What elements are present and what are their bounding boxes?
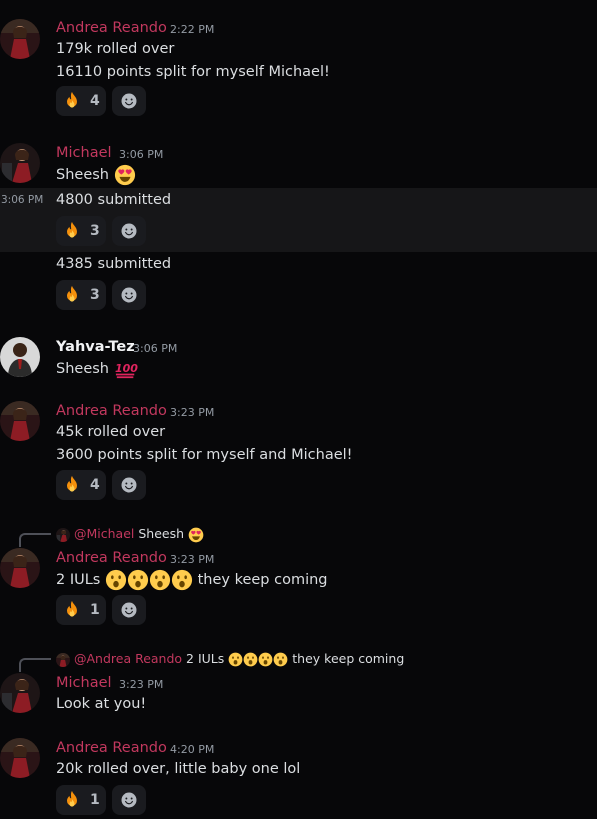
author-name[interactable]: Andrea Reando [56,19,167,37]
reaction-fire[interactable]: 1 [56,785,106,815]
heart-eyes-emoji-icon [114,164,136,186]
wow-emoji-icon [105,569,127,591]
message-timestamp: 3:23 PM [170,406,215,419]
wow-emoji-icon [243,652,258,667]
message-timestamp: 3:23 PM [119,678,164,691]
reaction-count: 3 [90,287,100,303]
fire-icon [62,91,82,111]
fire-icon [62,600,82,620]
wow-emoji-icon [171,569,193,591]
message-timestamp: 3:23 PM [170,553,215,566]
fire-icon [62,475,82,495]
message-text: 45k rolled over [56,424,166,440]
fire-icon [62,221,82,241]
smile-icon [120,222,138,240]
avatar[interactable] [0,19,40,59]
message-text: 2 IULs they keep coming [56,569,328,591]
fire-icon [62,285,82,305]
message-text: 16110 points split for myself Michael! [56,64,330,80]
avatar[interactable] [0,673,40,713]
avatar[interactable] [0,143,40,183]
reaction-count: 4 [90,93,100,109]
hundred-points-emoji-icon [114,358,138,380]
reply-text: 2 IULs [186,651,225,666]
add-reaction-button[interactable] [112,595,146,625]
smile-icon [120,791,138,809]
add-reaction-button[interactable] [112,216,146,246]
add-reaction-button[interactable] [112,280,146,310]
add-reaction-button[interactable] [112,785,146,815]
smile-icon [120,286,138,304]
reaction-count: 1 [90,602,100,618]
reply-text: they keep coming [292,651,405,666]
reaction-fire[interactable]: 4 [56,470,106,500]
reaction-fire[interactable]: 4 [56,86,106,116]
reply-mention[interactable]: @Andrea Reando [74,651,182,666]
reaction-fire[interactable]: 1 [56,595,106,625]
reply-avatar [56,653,70,667]
author-name[interactable]: Michael [56,674,112,692]
add-reaction-button[interactable] [112,470,146,500]
wow-emoji-icon [149,569,171,591]
avatar[interactable] [0,337,40,377]
wow-emoji-icon [228,652,243,667]
avatar[interactable] [0,548,40,588]
message-text: 4385 submitted [56,256,172,272]
reply-connector [19,533,51,547]
message-text: 3600 points split for myself and Michael… [56,447,353,463]
reaction-fire[interactable]: 3 [56,280,106,310]
message-text: 179k rolled over [56,41,175,57]
wow-emoji-icon [127,569,149,591]
message-hover-timestamp: 3:06 PM [1,194,44,206]
avatar[interactable] [0,401,40,441]
message-text: Sheesh [56,358,138,380]
reaction-count: 3 [90,223,100,239]
message-text-content: Sheesh [56,361,109,377]
wow-emoji-icon [258,652,273,667]
author-name[interactable]: Andrea Reando [56,739,167,757]
message-timestamp: 4:20 PM [170,743,215,756]
smile-icon [120,476,138,494]
message-text: Look at you! [56,696,147,712]
add-reaction-button[interactable] [112,86,146,116]
message-text: Sheesh [56,164,136,186]
smile-icon [120,601,138,619]
author-name[interactable]: Andrea Reando [56,402,167,420]
message-text-content: they keep coming [197,572,328,588]
reply-preview[interactable]: @Michael Sheesh [56,526,204,543]
message-timestamp: 2:22 PM [170,23,215,36]
message-text: 20k rolled over, little baby one lol [56,761,301,777]
reaction-count: 1 [90,792,100,808]
wow-emoji-icon [273,652,288,667]
reply-mention[interactable]: @Michael [74,526,134,541]
message-timestamp: 3:06 PM [133,342,178,355]
author-name[interactable]: Yahva-Tez [56,338,135,356]
message-timestamp: 3:06 PM [119,148,164,161]
avatar[interactable] [0,738,40,778]
author-name[interactable]: Andrea Reando [56,549,167,567]
heart-eyes-emoji-icon [188,527,204,543]
smile-icon [120,92,138,110]
reply-connector [19,658,51,672]
reply-preview[interactable]: @Andrea Reando 2 IULs they keep coming [56,651,404,667]
author-name[interactable]: Michael [56,144,112,162]
message-text-content: 2 IULs [56,572,101,588]
reply-avatar [56,528,70,542]
message-text-content: Sheesh [56,167,109,183]
fire-icon [62,790,82,810]
reply-text: Sheesh [138,526,185,541]
reaction-fire[interactable]: 3 [56,216,106,246]
reaction-count: 4 [90,477,100,493]
message-text: 4800 submitted [56,192,172,208]
